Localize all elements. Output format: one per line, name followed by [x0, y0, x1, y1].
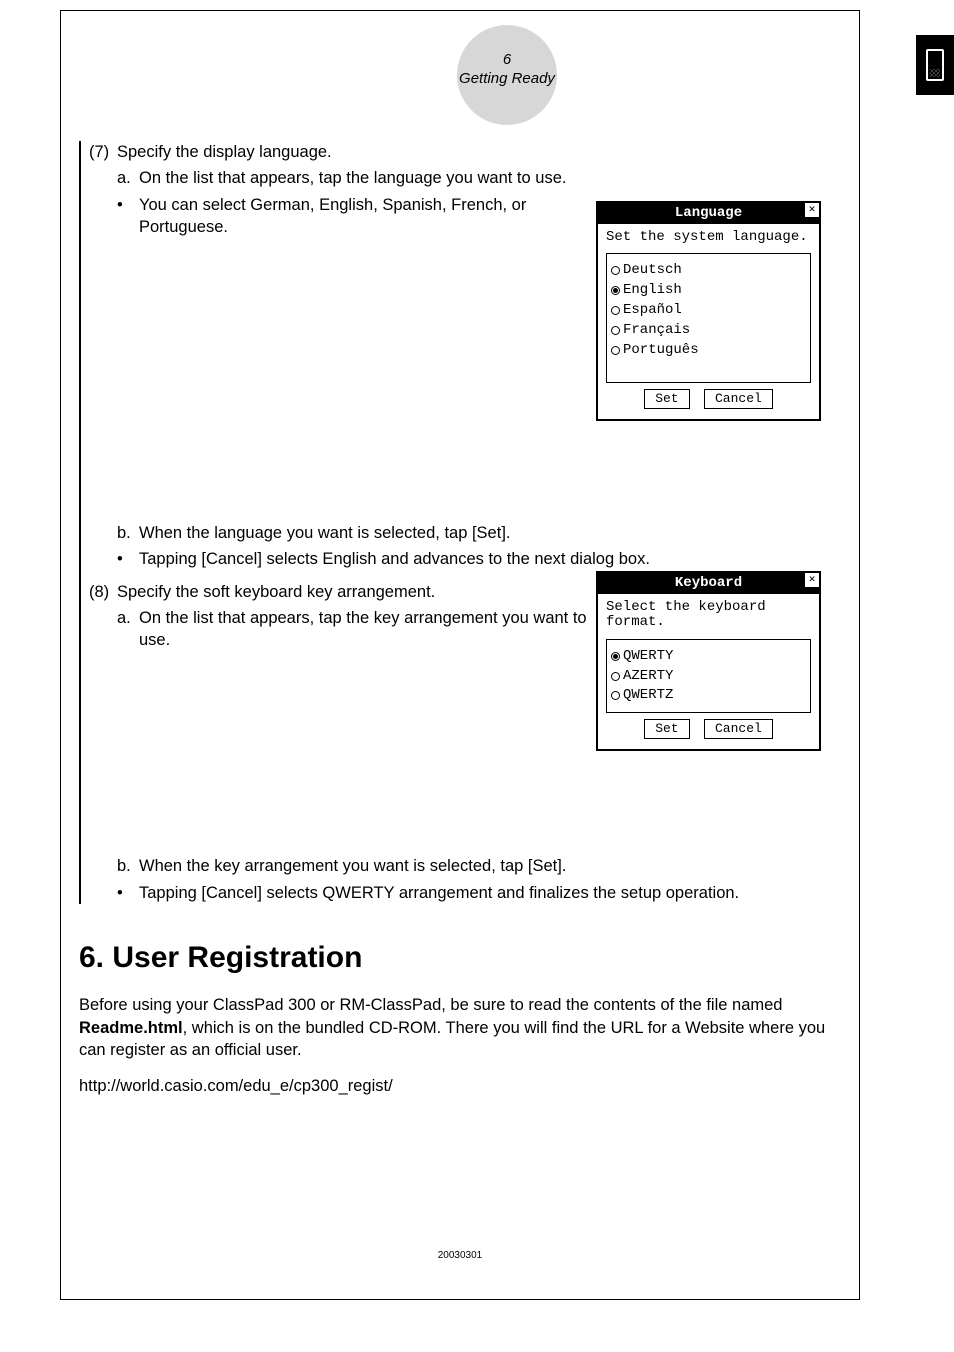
option-francais[interactable]: Français: [611, 321, 806, 340]
option-portugues[interactable]: Português: [611, 341, 806, 360]
bullet-text: Tapping [Cancel] selects English and adv…: [139, 548, 841, 570]
close-icon[interactable]: ✕: [804, 203, 819, 218]
set-button[interactable]: Set: [644, 719, 689, 739]
cancel-button[interactable]: Cancel: [704, 719, 773, 739]
substep-text: On the list that appears, tap the langua…: [139, 167, 841, 189]
option-espanol[interactable]: Español: [611, 301, 806, 320]
option-azerty[interactable]: AZERTY: [611, 667, 806, 686]
registration-paragraph: Before using your ClassPad 300 or RM-Cla…: [79, 994, 841, 1061]
dialog-title: Language: [675, 205, 742, 221]
device-icon: [916, 35, 954, 95]
bullet-text: You can select German, English, Spanish,…: [139, 194, 619, 239]
readme-filename: Readme.html: [79, 1019, 183, 1037]
substep-mark: a.: [117, 607, 139, 652]
keyboard-dialog: Keyboard ✕ Select the keyboard format. Q…: [596, 571, 821, 751]
cancel-button[interactable]: Cancel: [704, 389, 773, 409]
page-content: (7) Specify the display language. a. On …: [61, 11, 859, 1097]
step-title: Specify the soft keyboard key arrangemen…: [117, 581, 435, 603]
step-title: Specify the display language.: [117, 141, 332, 163]
bullet-text: Tapping [Cancel] selects QWERTY arrangem…: [139, 882, 841, 904]
substep-text: On the list that appears, tap the key ar…: [139, 607, 619, 652]
dialog-options: Deutsch English Español Français Portugu…: [606, 253, 811, 383]
dialog-options: QWERTY AZERTY QWERTZ: [606, 639, 811, 714]
footer-code: 20030301: [61, 1250, 859, 1261]
close-icon[interactable]: ✕: [804, 573, 819, 588]
dialog-title-bar: Language ✕: [598, 203, 819, 224]
bullet-icon: •: [117, 548, 139, 570]
substep-text: When the language you want is selected, …: [139, 522, 841, 544]
section-heading: 6. User Registration: [79, 938, 841, 979]
bullet-icon: •: [117, 882, 139, 904]
substep-text: When the key arrangement you want is sel…: [139, 855, 841, 877]
substep-mark: b.: [117, 522, 139, 544]
substep-mark: b.: [117, 855, 139, 877]
option-english[interactable]: English: [611, 281, 806, 300]
step-number: (7): [89, 141, 117, 163]
set-button[interactable]: Set: [644, 389, 689, 409]
dialog-prompt: Select the keyboard format.: [606, 600, 811, 631]
option-deutsch[interactable]: Deutsch: [611, 261, 806, 280]
language-dialog: Language ✕ Set the system language. Deut…: [596, 201, 821, 421]
dialog-title: Keyboard: [675, 575, 742, 591]
step-number: (8): [89, 581, 117, 603]
substep-mark: a.: [117, 167, 139, 189]
bullet-icon: •: [117, 194, 139, 239]
dialog-prompt: Set the system language.: [606, 230, 811, 245]
option-qwertz[interactable]: QWERTZ: [611, 686, 806, 705]
option-qwerty[interactable]: QWERTY: [611, 647, 806, 666]
page-frame: 6 Getting Ready (7) Specify the display …: [60, 10, 860, 1300]
dialog-title-bar: Keyboard ✕: [598, 573, 819, 594]
registration-url: http://world.casio.com/edu_e/cp300_regis…: [79, 1075, 841, 1097]
